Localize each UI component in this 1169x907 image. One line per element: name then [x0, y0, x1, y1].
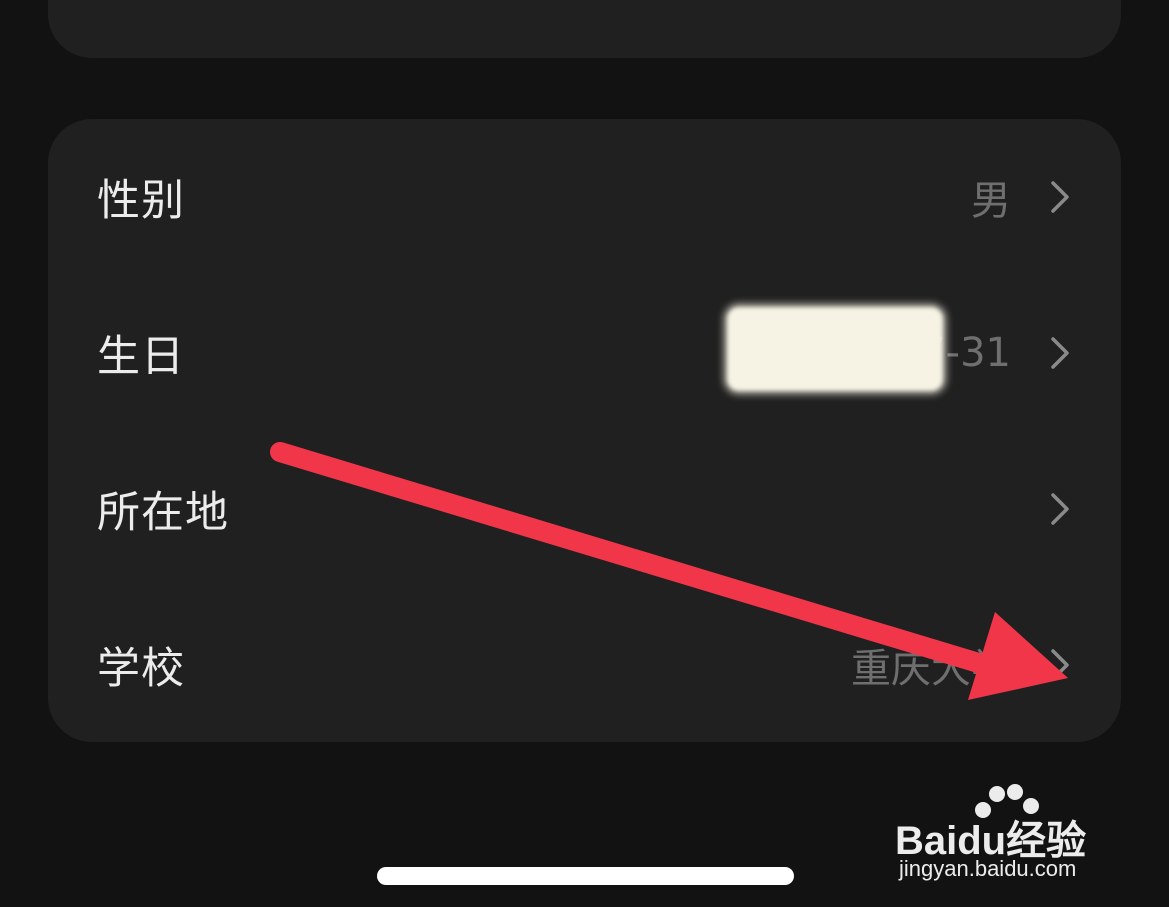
gender-row[interactable]: 性别 男	[48, 119, 1121, 275]
location-label: 所在地	[97, 488, 229, 538]
school-row[interactable]: 学校 重庆大学	[48, 587, 1121, 743]
birthday-row[interactable]: 生日 1985-07-31	[48, 275, 1121, 431]
home-indicator	[377, 867, 794, 885]
chevron-right-icon	[1051, 649, 1069, 681]
profile-settings-card: 性别 男 生日 1985-07-31 所在地 学校 重庆大学	[48, 119, 1121, 742]
gender-label: 性别	[97, 176, 185, 226]
privacy-blur-mask	[727, 307, 943, 391]
location-row[interactable]: 所在地	[48, 431, 1121, 587]
gender-value: 男	[971, 178, 1011, 224]
chevron-right-icon	[1051, 493, 1069, 525]
baidu-jingyan-watermark: Baidu经验 jingyan.baidu.com	[895, 780, 1115, 890]
school-value: 重庆大学	[851, 646, 1011, 692]
school-label: 学校	[97, 644, 185, 694]
birthday-label: 生日	[97, 332, 185, 382]
top-card	[48, 0, 1121, 58]
watermark-url: jingyan.baidu.com	[899, 856, 1077, 881]
chevron-right-icon	[1051, 181, 1069, 213]
chevron-right-icon	[1051, 337, 1069, 369]
